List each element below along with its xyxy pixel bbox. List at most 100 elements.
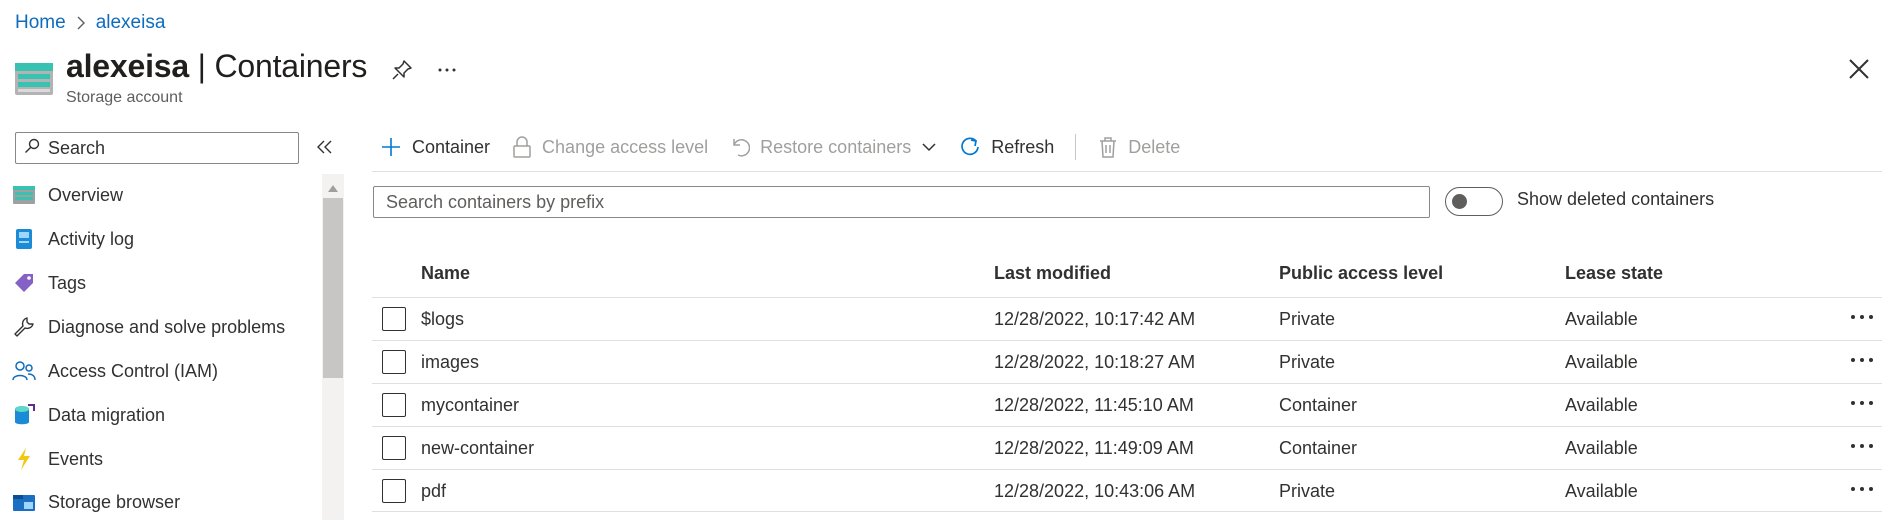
row-more-options-icon[interactable]	[1847, 476, 1877, 502]
close-icon[interactable]	[1845, 55, 1873, 83]
lease-state: Available	[1565, 438, 1638, 458]
change-access-level-button[interactable]: Change access level	[512, 136, 708, 158]
sidebar-item-activity-log[interactable]: Activity log	[12, 221, 312, 257]
container-name[interactable]: new-container	[421, 438, 534, 459]
row-checkbox[interactable]	[382, 479, 406, 503]
container-name[interactable]: $logs	[421, 309, 464, 330]
sidebar-item-storage-browser[interactable]: Storage browser	[12, 484, 312, 520]
restore-containers-label: Restore containers	[760, 136, 912, 157]
column-header-name[interactable]: Name	[421, 263, 470, 284]
public-access-level: Container	[1279, 395, 1358, 415]
delete-button[interactable]: Delete	[1098, 136, 1180, 158]
more-options-icon[interactable]	[435, 58, 459, 82]
page-title: alexeisa | Containers	[66, 48, 367, 85]
lock-icon	[513, 136, 531, 158]
account-name: alexeisa	[66, 48, 189, 84]
column-header-last-modified[interactable]: Last modified	[994, 263, 1111, 284]
add-container-label: Container	[412, 136, 491, 157]
row-more-options-icon[interactable]	[1847, 347, 1877, 373]
storage-account-icon	[15, 63, 53, 95]
command-bar: Container Change access level Restore co…	[380, 130, 1180, 164]
row-more-options-icon[interactable]	[1847, 390, 1877, 416]
container-name[interactable]: pdf	[421, 481, 446, 502]
last-modified: 12/28/2022, 10:18:27 AM	[994, 352, 1196, 372]
table-row[interactable]: mycontainer 12/28/2022, 11:45:10 AM Cont…	[372, 383, 1882, 426]
container-name[interactable]: images	[421, 352, 479, 373]
container-search-box	[373, 186, 1430, 218]
people-icon	[12, 359, 36, 383]
sidebar-item-label: Events	[48, 448, 104, 469]
container-name[interactable]: mycontainer	[421, 395, 519, 416]
refresh-icon	[961, 137, 980, 156]
row-checkbox[interactable]	[382, 307, 406, 331]
row-more-options-icon[interactable]	[1847, 304, 1877, 330]
trash-icon	[1100, 137, 1117, 158]
column-header-public-access[interactable]: Public access level	[1279, 263, 1443, 284]
add-container-button[interactable]: Container	[380, 136, 490, 158]
collapse-sidebar-icon[interactable]	[314, 136, 336, 158]
sidebar-item-label: Diagnose and solve problems	[48, 316, 286, 337]
row-checkbox[interactable]	[382, 393, 406, 417]
lightning-icon	[12, 447, 36, 471]
last-modified: 12/28/2022, 10:43:06 AM	[994, 481, 1196, 501]
last-modified: 12/28/2022, 11:49:09 AM	[994, 438, 1194, 458]
breadcrumb: Home alexeisa	[15, 10, 165, 36]
storage-browser-icon	[12, 490, 36, 514]
sidebar-item-label: Activity log	[48, 228, 135, 249]
table-row[interactable]: pdf 12/28/2022, 10:43:06 AM Private Avai…	[372, 469, 1882, 512]
sidebar-item-label: Access Control (IAM)	[48, 360, 219, 381]
sidebar-search-input[interactable]	[46, 136, 276, 160]
column-header-lease-state[interactable]: Lease state	[1565, 263, 1663, 284]
sidebar-item-label: Tags	[48, 272, 87, 293]
refresh-button[interactable]: Refresh	[959, 136, 1054, 158]
pin-icon[interactable]	[390, 58, 414, 82]
undo-icon	[733, 139, 751, 157]
activity-log-icon	[12, 227, 36, 251]
table-row[interactable]: new-container 12/28/2022, 11:49:09 AM Co…	[372, 426, 1882, 469]
lease-state: Available	[1565, 395, 1638, 415]
tag-icon	[12, 271, 36, 295]
public-access-level: Container	[1279, 438, 1358, 458]
sidebar-item-overview[interactable]: Overview	[12, 177, 312, 213]
plus-icon	[382, 138, 400, 156]
lease-state: Available	[1565, 352, 1638, 372]
container-search-input[interactable]	[384, 190, 1429, 214]
change-access-level-label: Change access level	[542, 136, 709, 157]
sidebar-item-tags[interactable]: Tags	[12, 265, 312, 301]
breadcrumb-home-link[interactable]: Home	[15, 12, 66, 34]
chevron-down-icon	[922, 143, 936, 152]
public-access-level: Private	[1279, 352, 1336, 372]
sidebar-item-data-migration[interactable]: Data migration	[12, 397, 312, 433]
overview-icon	[12, 183, 36, 207]
search-icon	[24, 138, 40, 159]
public-access-level: Private	[1279, 481, 1336, 501]
scroll-up-arrow-icon[interactable]	[326, 178, 340, 192]
title-separator: |	[188, 48, 215, 84]
row-more-options-icon[interactable]	[1847, 433, 1877, 459]
chevron-right-icon	[76, 16, 86, 30]
public-access-level: Private	[1279, 309, 1336, 329]
restore-containers-button[interactable]: Restore containers	[730, 136, 937, 158]
sidebar-search-box	[15, 132, 299, 164]
sidebar-item-label: Data migration	[48, 404, 166, 425]
show-deleted-toggle[interactable]	[1445, 187, 1503, 216]
last-modified: 12/28/2022, 10:17:42 AM	[994, 309, 1196, 329]
sidebar-item-diagnose[interactable]: Diagnose and solve problems	[12, 309, 312, 345]
breadcrumb-account-link[interactable]: alexeisa	[96, 12, 166, 34]
wrench-icon	[12, 315, 36, 339]
row-checkbox[interactable]	[382, 436, 406, 460]
row-checkbox[interactable]	[382, 350, 406, 374]
table-row[interactable]: images 12/28/2022, 10:18:27 AM Private A…	[372, 340, 1882, 383]
show-deleted-label: Show deleted containers	[1517, 189, 1715, 209]
sidebar-item-events[interactable]: Events	[12, 441, 312, 477]
scrollbar-thumb[interactable]	[323, 198, 343, 378]
lease-state: Available	[1565, 481, 1638, 501]
sidebar-item-label: Storage browser	[48, 491, 181, 512]
table-row[interactable]: $logs 12/28/2022, 10:17:42 AM Private Av…	[372, 297, 1882, 340]
refresh-label: Refresh	[991, 136, 1055, 157]
sidebar-item-access-control[interactable]: Access Control (IAM)	[12, 353, 312, 389]
data-migration-icon	[12, 403, 36, 427]
page-subtitle: Storage account	[66, 89, 183, 106]
sidebar-item-label: Overview	[48, 184, 124, 205]
toolbar-divider	[1075, 134, 1077, 160]
